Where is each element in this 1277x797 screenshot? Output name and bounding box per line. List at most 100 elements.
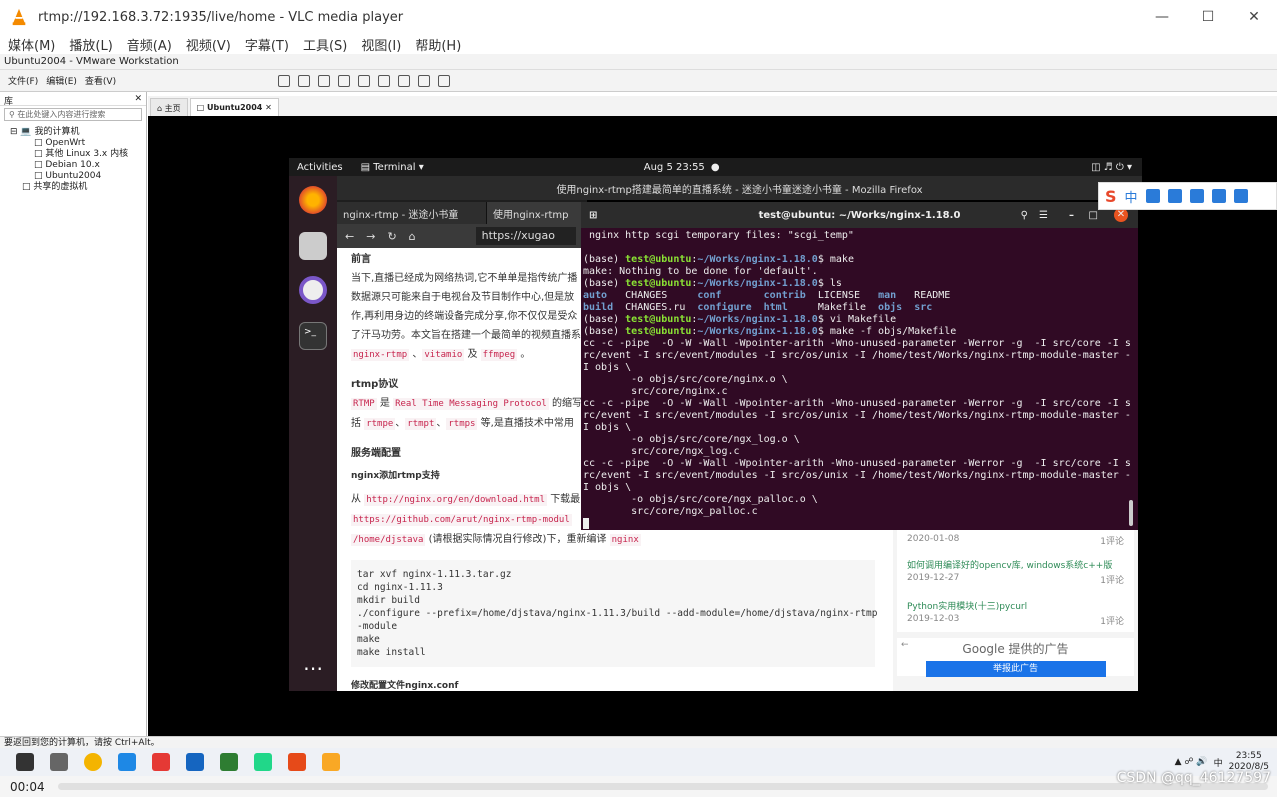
terminal-line: cc -c -pipe -O -W -Wall -Wpointer-arith … [583,458,1131,469]
menu-help[interactable]: 帮助(H) [415,35,461,54]
clock[interactable]: Aug 5 23:55 [644,162,705,173]
reload-icon[interactable]: ↻ [387,230,396,243]
url-bar[interactable]: https://xugao [475,227,576,245]
terminal-maximize-icon[interactable]: □ [1089,210,1098,221]
post-title-link[interactable]: Python实用模块(十三)pycurl [907,599,1124,612]
library-search-input[interactable]: ⚲ 在此处键入内容进行搜索 [4,108,142,121]
tree-shared-vms[interactable]: □ 共享的虚拟机 [0,182,146,193]
search-icon: ⚲ [9,110,18,119]
vm-menu-view[interactable]: 查看(V) [85,74,116,87]
tree-item-linux[interactable]: □ 其他 Linux 3.x 内核 [0,149,146,160]
link-rtmp-module[interactable]: https://github.com/arut/nginx-rtmp-modul [351,514,572,526]
seek-bar[interactable] [58,783,1268,790]
sidebar-toggle-icon[interactable] [338,74,351,87]
vlc-cone-icon [12,8,26,26]
terminal-line: (base) test@ubuntu:~/Works/nginx-1.18.0$… [583,326,957,337]
stretch-icon[interactable] [438,74,451,87]
report-ad-button[interactable]: 举报此广告 [925,661,1106,677]
sidebar-recent-posts: 2020-01-08 1评论 如何调用编译好的opencv库, windows系统… [893,530,1138,691]
toolbox-icon[interactable] [1233,189,1248,203]
firefox-icon[interactable] [299,186,327,214]
camera-icon[interactable] [299,276,327,304]
link-nginx-download[interactable]: http://nginx.org/en/download.html [364,494,547,506]
keyboard-icon[interactable] [1189,189,1204,203]
skin-icon[interactable] [1211,189,1226,203]
tree-item-debian[interactable]: □ Debian 10.x [0,160,146,171]
show-apps-icon[interactable]: ⋯ [299,656,327,684]
start-icon[interactable] [16,753,34,771]
vm-menu-file[interactable]: 文件(F) [8,74,38,87]
task-view-icon[interactable] [50,753,68,771]
post-item: 2020-01-08 1评论 [907,534,1124,547]
fullscreen-icon[interactable] [378,74,391,87]
vm-menu-edit[interactable]: 编辑(E) [46,74,77,87]
ad-back-icon[interactable]: ← [901,640,909,650]
notes-icon[interactable] [186,753,204,771]
punctuation-icon[interactable] [1145,189,1160,203]
menu-media[interactable]: 媒体(M) [8,35,55,54]
vlc-window-title: rtmp://192.168.3.72:1935/live/home - VLC… [38,9,404,25]
thumbnail-icon[interactable] [358,74,371,87]
system-tray-icons[interactable]: ◫ ♬ ⏻ ▾ [1091,162,1132,173]
xmind-icon[interactable] [152,753,170,771]
menu-video[interactable]: 视频(V) [186,35,231,54]
code-path: /home/djstava [351,534,426,546]
windows-taskbar [0,748,1277,776]
ime-toolbar: S 中 [1098,182,1277,210]
terminal-app-menu[interactable]: ▤ Terminal ▾ [361,162,424,173]
post-title-link[interactable]: 如何调用编译好的opencv库, windows系统c++版 [907,558,1124,571]
unity-icon[interactable] [398,74,411,87]
terminal-cursor [583,518,589,529]
chrome-icon[interactable] [84,753,102,771]
explorer-icon[interactable] [322,753,340,771]
new-tab-icon[interactable]: ⊞ [589,210,597,221]
snapshot-icon[interactable] [278,74,291,87]
terminal-icon[interactable]: >_ [299,322,327,350]
files-icon[interactable] [299,232,327,260]
tree-my-computer[interactable]: ⊟ 💻 我的计算机 [0,127,146,138]
browser-tab-2[interactable]: 使用nginx-rtmp [487,202,587,224]
vmware-icon[interactable] [118,753,136,771]
terminal-menu-icon[interactable]: ☰ [1039,210,1048,221]
minimize-button[interactable]: — [1139,0,1185,34]
maximize-button[interactable]: ☐ [1185,0,1231,34]
terminal-search-icon[interactable]: ⚲ [1021,210,1028,221]
terminal-line: -o objs/src/core/ngx_log.o \ [583,434,800,445]
menu-view[interactable]: 视图(I) [361,35,401,54]
console-icon[interactable] [418,74,431,87]
home-icon[interactable]: ⌂ [409,230,416,243]
manage-snapshot-icon[interactable] [318,74,331,87]
tree-item-openwrt[interactable]: □ OpenWrt [0,138,146,149]
menu-tools[interactable]: 工具(S) [303,35,347,54]
vlc-menu-bar: 媒体(M) 播放(L) 音频(A) 视频(V) 字幕(T) 工具(S) 视图(I… [0,34,1277,54]
terminal-close-icon[interactable]: ✕ [1114,208,1128,222]
code-rtmp: RTMP [351,398,377,410]
menu-subtitle[interactable]: 字幕(T) [245,35,289,54]
tab-home[interactable]: ⌂ 主页 [150,98,188,116]
pycharm-icon[interactable] [220,753,238,771]
terminal-line: (base) test@ubuntu:~/Works/nginx-1.18.0$… [583,254,854,265]
clion-icon[interactable] [254,753,272,771]
menu-audio[interactable]: 音频(A) [127,35,172,54]
tab-ubuntu2004[interactable]: □ Ubuntu2004 ✕ [189,98,279,116]
terminal-scrollbar[interactable] [1129,500,1133,526]
library-close-icon[interactable]: ✕ [134,94,142,104]
tree-item-ubuntu[interactable]: □ Ubuntu2004 [0,171,146,182]
close-button[interactable]: ✕ [1231,0,1277,34]
tray-icons[interactable]: ▲ ☍ 🔊 [1175,757,1208,767]
tray-ime[interactable]: 中 [1214,756,1223,769]
forward-icon[interactable]: → [366,230,375,243]
sogou-logo-icon[interactable]: S [1105,187,1117,206]
code-rtmpe: rtmpe [364,418,396,430]
terminal-output[interactable]: nginx http scgi temporary files: "scgi_t… [581,228,1138,530]
csdn-icon[interactable] [288,753,306,771]
back-icon[interactable]: ← [345,230,354,243]
browser-tab-1[interactable]: nginx-rtmp - 迷途小书童 [337,202,487,224]
terminal-minimize-icon[interactable]: – [1069,210,1074,221]
library-title: 库 [4,97,14,107]
voice-icon[interactable] [1167,189,1182,203]
revert-icon[interactable] [298,74,311,87]
menu-playback[interactable]: 播放(L) [69,35,112,54]
activities-button[interactable]: Activities [297,162,343,173]
ime-mode[interactable]: 中 [1125,187,1138,206]
